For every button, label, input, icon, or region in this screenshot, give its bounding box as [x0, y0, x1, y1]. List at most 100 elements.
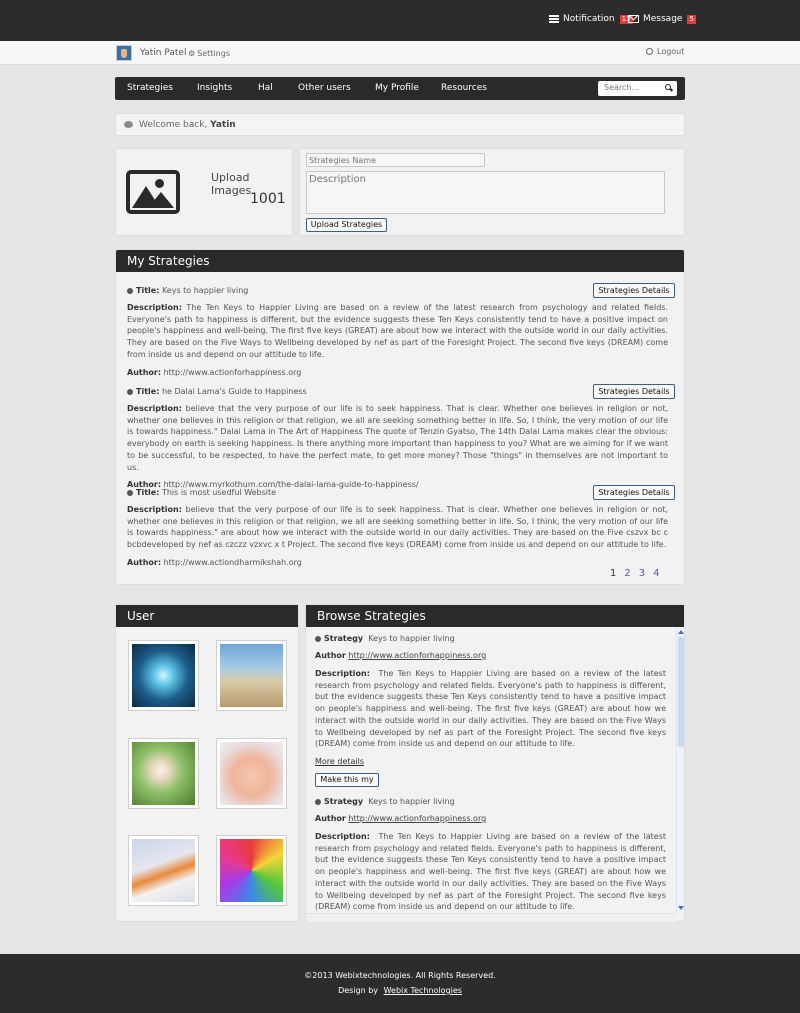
gear-icon: ⚙	[188, 49, 196, 58]
scroll-up-arrow-icon[interactable]	[678, 630, 684, 634]
more-details-link[interactable]: More details	[315, 757, 364, 766]
scroll-down-arrow-icon[interactable]	[678, 906, 684, 910]
logout-link[interactable]: Logout	[646, 47, 684, 56]
my-strategies-panel: My Strategies Title: Keys to happier liv…	[115, 249, 685, 585]
bullet-icon	[315, 635, 321, 642]
nav-my-profile[interactable]: My Profile	[375, 83, 419, 93]
bullet-icon	[127, 287, 133, 294]
strategy-name-input[interactable]	[306, 153, 485, 167]
browse-author-line: Author http://www.actionforhappiness.org	[315, 651, 487, 660]
chat-bubble-icon	[124, 121, 133, 128]
browse-description: Description: The Ten Keys to Happier Liv…	[315, 832, 666, 912]
browse-strategies-heading: Browse Strategies	[306, 605, 684, 627]
upload-strategies-button[interactable]: Upload Strategies	[306, 218, 387, 232]
browse-description: Description: The Ten Keys to Happier Liv…	[315, 669, 666, 749]
nav-hal[interactable]: Hal	[258, 83, 273, 93]
power-icon	[646, 48, 653, 55]
strategy-title-line: Title: This is most usedful Website	[127, 488, 668, 500]
browse-author-line: Author http://www.actionforhappiness.org	[315, 814, 487, 823]
strategy-title-line: Title: Keys to happier living	[127, 286, 668, 298]
make-this-my-button[interactable]: Make this my	[315, 772, 379, 787]
nav-other-users[interactable]: Other users	[298, 83, 351, 93]
strategy-entry: Title: Keys to happier living Strategies…	[127, 283, 675, 377]
avatar[interactable]	[116, 45, 132, 61]
welcome-text: Welcome back, Yatin	[139, 120, 236, 130]
strategy-title-line: Title: he Dalai Lama's Guide to Happines…	[127, 387, 668, 399]
my-strategies-heading: My Strategies	[116, 250, 684, 272]
nav-strategies[interactable]: Strategies	[127, 83, 173, 93]
user-photo-tiger[interactable]	[128, 835, 199, 906]
browse-author-link[interactable]: http://www.actionforhappiness.org	[348, 651, 486, 660]
bullet-icon	[315, 798, 321, 805]
design-by-label: Design by	[338, 986, 379, 995]
page-link-4[interactable]: 4	[653, 568, 659, 579]
top-bar: Notification 13 Message 5	[0, 0, 800, 41]
browse-strategies-panel: Browse Strategies Strategy Keys to happi…	[305, 604, 685, 922]
user-photo-boat[interactable]	[216, 640, 287, 711]
search-input[interactable]	[598, 81, 658, 94]
strategies-details-button[interactable]: Strategies Details	[593, 485, 675, 500]
vertical-scrollbar[interactable]	[676, 627, 684, 913]
logout-label: Logout	[657, 47, 685, 56]
strategy-author: Author: http://www.actionforhappiness.or…	[127, 367, 302, 377]
strategy-form: Upload Strategies	[299, 148, 685, 236]
browse-strategy-line: Strategy Keys to happier living	[315, 797, 666, 806]
upload-images-count: 1001	[250, 191, 286, 207]
user-photo-flower[interactable]	[216, 835, 287, 906]
user-name[interactable]: Yatin Patel	[140, 48, 186, 58]
strategy-title: This is most usedful Website	[161, 488, 277, 497]
browse-entry: Strategy Keys to happier living Author h…	[315, 634, 666, 787]
notification-label: Notification	[563, 14, 615, 24]
nav-insights[interactable]: Insights	[197, 83, 232, 93]
design-credit: Design by Webix Technologies	[0, 986, 800, 995]
settings-label: Settings	[197, 49, 230, 58]
strategy-description: Description: believe that the very purpo…	[127, 404, 668, 472]
user-panel: User	[115, 604, 299, 922]
designer-link[interactable]: Webix Technologies	[384, 986, 462, 995]
search-box	[598, 81, 677, 96]
pagination: 1 2 3 4	[610, 568, 660, 579]
menu-icon	[549, 14, 559, 24]
welcome-name: Yatin	[210, 120, 236, 130]
bullet-icon	[127, 388, 133, 395]
footer: ©2013 Webixtechnologies. All Rights Rese…	[0, 954, 800, 1013]
strategy-author: Author: http://www.actiondharmikshah.org	[127, 557, 302, 567]
strategy-entry: Title: This is most usedful Website Stra…	[127, 485, 675, 567]
welcome-prefix: Welcome back,	[139, 120, 208, 130]
browse-scroll-area[interactable]: Strategy Keys to happier living Author h…	[306, 627, 676, 913]
strategy-description: Description: The Ten Keys to Happier Liv…	[127, 303, 668, 359]
strategy-description: Description: believe that the very purpo…	[127, 505, 668, 550]
user-bar: Yatin Patel ⚙ Settings Logout	[0, 41, 800, 65]
message-label: Message	[643, 14, 683, 24]
envelope-icon	[628, 15, 639, 23]
horizontal-scrollbar[interactable]	[306, 913, 676, 922]
notification-link[interactable]: Notification 13	[549, 14, 633, 24]
browse-author-link[interactable]: http://www.actionforhappiness.org	[348, 814, 486, 823]
browse-strategy-line: Strategy Keys to happier living	[315, 634, 666, 643]
page-link-3[interactable]: 3	[639, 568, 645, 579]
page-link-2[interactable]: 2	[624, 568, 630, 579]
message-count-badge: 5	[687, 14, 696, 24]
description-textarea[interactable]	[306, 171, 665, 214]
strategies-details-button[interactable]: Strategies Details	[593, 283, 675, 298]
strategies-details-button[interactable]: Strategies Details	[593, 384, 675, 399]
main-nav: Strategies Insights Hal Other users My P…	[115, 77, 685, 100]
strategy-title: Keys to happier living	[161, 286, 249, 295]
scroll-thumb[interactable]	[678, 637, 684, 747]
bullet-icon	[127, 489, 133, 496]
nav-resources[interactable]: Resources	[441, 83, 487, 93]
browse-entry: Strategy Keys to happier living Author h…	[315, 797, 666, 913]
page-link-1[interactable]: 1	[610, 568, 616, 579]
message-link[interactable]: Message 5	[628, 14, 696, 24]
user-photo-girl[interactable]	[128, 738, 199, 809]
copyright-text: ©2013 Webixtechnologies. All Rights Rese…	[304, 971, 496, 980]
user-photo-baby[interactable]	[216, 738, 287, 809]
strategy-title: he Dalai Lama's Guide to Happiness	[161, 387, 307, 396]
user-photo-globe[interactable]	[128, 640, 199, 711]
image-icon[interactable]	[126, 170, 180, 214]
strategy-entry: Title: he Dalai Lama's Guide to Happines…	[127, 384, 675, 489]
user-panel-heading: User	[116, 605, 298, 627]
settings-link[interactable]: ⚙ Settings	[188, 49, 230, 58]
search-icon[interactable]	[665, 84, 671, 90]
upload-images-card: Upload Images 1001	[115, 148, 293, 236]
